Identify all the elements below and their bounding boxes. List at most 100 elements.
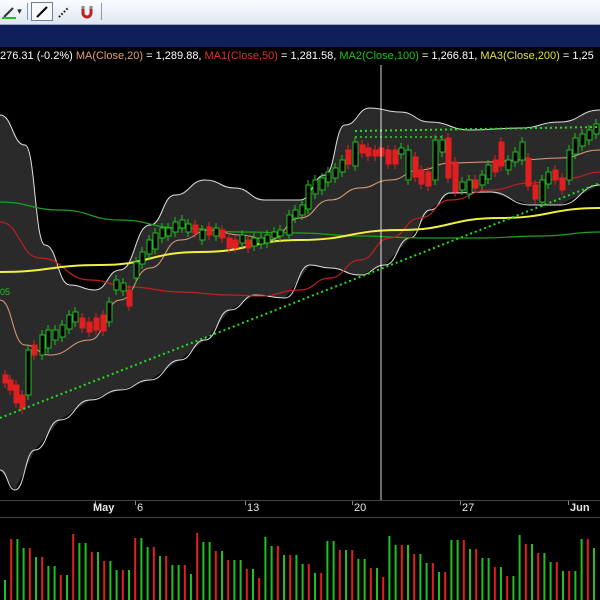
candle-body — [579, 133, 586, 147]
candle-body — [559, 177, 566, 191]
volume-bars — [4, 533, 595, 600]
ma50-legend-label: MA1(Close,50) — [204, 50, 278, 62]
candle-body — [120, 282, 127, 292]
dotted-line-button[interactable] — [54, 2, 74, 21]
candle-body — [86, 321, 93, 333]
candle-body — [385, 149, 392, 165]
volume-bar — [159, 556, 161, 600]
candle-body — [25, 349, 32, 396]
axis-tick — [568, 501, 569, 505]
volume-pane[interactable] — [0, 518, 600, 600]
volume-bar — [4, 580, 6, 600]
volume-bar — [394, 545, 397, 600]
candle-body — [539, 179, 546, 203]
candle-body — [133, 261, 140, 279]
axis-label-20: 20 — [354, 502, 367, 514]
candle-body — [152, 232, 159, 250]
axis-tick — [135, 501, 136, 505]
candle-body — [472, 179, 479, 189]
volume-bar — [10, 539, 13, 600]
magnet-icon — [80, 5, 94, 19]
volume-bar — [351, 550, 354, 600]
volume-bar — [425, 563, 428, 600]
candle-body — [245, 239, 252, 249]
volume-bar — [97, 552, 99, 600]
candle-body — [52, 329, 59, 341]
volume-bar — [462, 540, 465, 600]
candle-body — [185, 223, 192, 233]
candle-body — [412, 156, 419, 178]
ma20-legend-label: MA(Close,20) — [75, 50, 144, 62]
candle-body — [219, 229, 226, 239]
volume-bar — [388, 536, 391, 600]
candle-body — [466, 179, 473, 195]
candle-body — [532, 184, 539, 200]
candle-body — [425, 171, 432, 187]
candle-body — [113, 279, 120, 291]
candle-body — [512, 151, 519, 163]
candle-body — [13, 384, 20, 404]
candle-body — [572, 137, 579, 155]
candle-body — [519, 141, 526, 161]
volume-bar — [555, 562, 558, 600]
volume-bar — [233, 560, 236, 600]
volume-bar — [301, 564, 304, 600]
volume-bar — [537, 553, 540, 600]
candle-body — [405, 149, 412, 181]
axis-tick — [460, 501, 461, 505]
draw-line-button[interactable] — [31, 2, 53, 21]
volume-bar — [549, 562, 552, 600]
candle-body — [146, 239, 153, 255]
magnet-button[interactable] — [77, 2, 97, 21]
volume-bar — [190, 574, 192, 600]
volume-bar — [543, 553, 546, 600]
candle-body — [439, 139, 446, 153]
axis-label-jun: Jun — [570, 502, 590, 514]
volume-bar — [134, 538, 137, 600]
volume-bar — [586, 539, 589, 600]
candle-body — [232, 239, 239, 249]
volume-bar — [487, 558, 490, 600]
volume-bar — [35, 557, 37, 600]
line-color-dropdown[interactable]: ▾ — [0, 2, 24, 21]
volume-bar — [407, 545, 409, 600]
volume-bar — [276, 546, 279, 600]
price-chart[interactable]: 05 — [0, 65, 600, 500]
volume-bar — [245, 569, 248, 600]
volume-bar — [326, 541, 329, 600]
candle-body — [292, 209, 299, 219]
volume-bar — [369, 568, 372, 600]
volume-bar — [202, 542, 205, 600]
volume-bar — [165, 556, 168, 600]
date-axis: May 6 13 20 27 Jun — [0, 500, 600, 518]
candle-body — [66, 314, 73, 330]
candle-body — [485, 164, 492, 180]
candle-body — [7, 379, 14, 391]
axis-label-6: 6 — [137, 502, 144, 514]
axis-tick — [352, 501, 353, 505]
ma100-legend-label: MA2(Close,100) — [339, 50, 419, 62]
volume-bar — [531, 544, 533, 600]
candle-body — [264, 234, 271, 244]
volume-bar — [419, 554, 422, 600]
volume-bar — [431, 563, 434, 600]
ma20-legend-value: = 1,289.88, — [143, 50, 205, 62]
volume-bar — [183, 565, 186, 600]
candle-body — [2, 374, 9, 384]
volume-bar — [469, 549, 471, 600]
volume-bar — [221, 551, 223, 600]
volume-bar — [357, 559, 360, 600]
volume-bar — [413, 554, 416, 600]
line-tool-icon — [35, 5, 49, 19]
volume-bar — [140, 538, 143, 600]
ma200-legend-value: = 1,25 — [559, 50, 594, 62]
volume-bar — [314, 573, 316, 600]
volume-bar — [500, 567, 502, 600]
candle-body — [239, 234, 246, 244]
candle-body — [505, 159, 512, 171]
toolbar-separator — [27, 3, 28, 20]
volume-bar — [270, 546, 273, 600]
volume-bar — [264, 537, 267, 600]
left-edge-label: 05 — [0, 287, 10, 297]
volume-bar — [109, 561, 112, 600]
